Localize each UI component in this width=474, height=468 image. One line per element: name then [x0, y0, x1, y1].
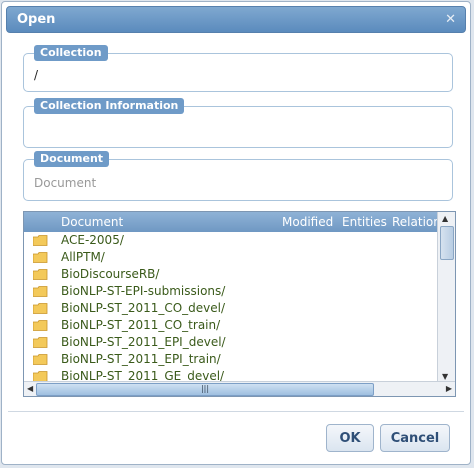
open-dialog: Open ✕ Collection / Collection Informati… — [1, 1, 471, 465]
list-item-name: BioNLP-ST_2011_EPI_devel/ — [61, 335, 226, 349]
collection-info-legend: Collection Information — [34, 98, 185, 114]
list-item[interactable]: BioNLP-ST_2011_CO_devel/ — [24, 300, 438, 317]
list-item-name: BioNLP-ST_2011_CO_train/ — [61, 318, 221, 332]
cancel-button[interactable]: Cancel — [380, 424, 450, 452]
close-icon[interactable]: ✕ — [445, 12, 456, 27]
dialog-title: Open — [17, 12, 56, 27]
list-item[interactable]: BioNLP-ST_2011_EPI_train/ — [24, 351, 438, 368]
list-item-name: AllPTM/ — [61, 250, 105, 264]
collection-legend: Collection — [34, 45, 108, 61]
scroll-down-icon[interactable]: ▼ — [442, 372, 448, 381]
file-list: Document Modified Entities Relations ACE… — [23, 211, 456, 397]
list-item-name: BioNLP-ST-EPI-submissions/ — [61, 284, 226, 298]
list-item[interactable]: BioNLP-ST_2011_EPI_devel/ — [24, 334, 438, 351]
collection-info-group: Collection Information — [23, 98, 453, 148]
scroll-left-icon[interactable]: ◀ — [27, 384, 33, 393]
title-bar[interactable]: Open ✕ — [6, 6, 466, 33]
list-item-name: BioNLP-ST_2011_EPI_train/ — [61, 352, 221, 366]
list-item[interactable]: BioNLP-ST_2011_CO_train/ — [24, 317, 438, 334]
list-item-name: BioDiscourseRB/ — [61, 267, 160, 281]
folder-icon — [33, 269, 48, 280]
document-group: Document — [23, 151, 453, 201]
horizontal-scrollbar[interactable]: ◀ ||| ▶ — [24, 381, 455, 396]
scroll-up-icon[interactable]: ▲ — [442, 214, 448, 223]
list-item-name: BioNLP-ST_2011_CO_devel/ — [61, 301, 226, 315]
horizontal-scroll-thumb[interactable]: ||| — [36, 383, 374, 396]
column-document[interactable]: Document — [61, 215, 123, 229]
folder-icon — [33, 286, 48, 297]
column-modified[interactable]: Modified — [282, 215, 333, 229]
collection-value: / — [34, 68, 39, 82]
file-list-rows: ACE-2005/ AllPTM/ BioDiscourseRB/ BioNLP… — [24, 232, 438, 383]
file-list-header: Document Modified Entities Relations — [24, 212, 447, 232]
document-legend: Document — [34, 151, 110, 167]
collection-group: Collection / — [23, 45, 453, 92]
column-entities[interactable]: Entities — [342, 215, 387, 229]
folder-icon — [33, 320, 48, 331]
folder-icon — [33, 235, 48, 246]
list-item[interactable]: BioNLP-ST-EPI-submissions/ — [24, 283, 438, 300]
folder-icon — [33, 354, 48, 365]
vertical-scrollbar[interactable]: ▲ ▼ — [437, 212, 455, 383]
folder-icon — [33, 337, 48, 348]
folder-icon — [33, 252, 48, 263]
list-item[interactable]: BioDiscourseRB/ — [24, 266, 438, 283]
scroll-right-icon[interactable]: ▶ — [446, 384, 452, 393]
list-item-name: ACE-2005/ — [61, 233, 124, 247]
vertical-scroll-thumb[interactable] — [440, 226, 454, 260]
document-input[interactable] — [32, 172, 436, 194]
folder-icon — [33, 303, 48, 314]
footer-divider — [8, 411, 464, 412]
list-item[interactable]: AllPTM/ — [24, 249, 438, 266]
list-item[interactable]: ACE-2005/ — [24, 232, 438, 249]
ok-button[interactable]: OK — [326, 424, 374, 452]
